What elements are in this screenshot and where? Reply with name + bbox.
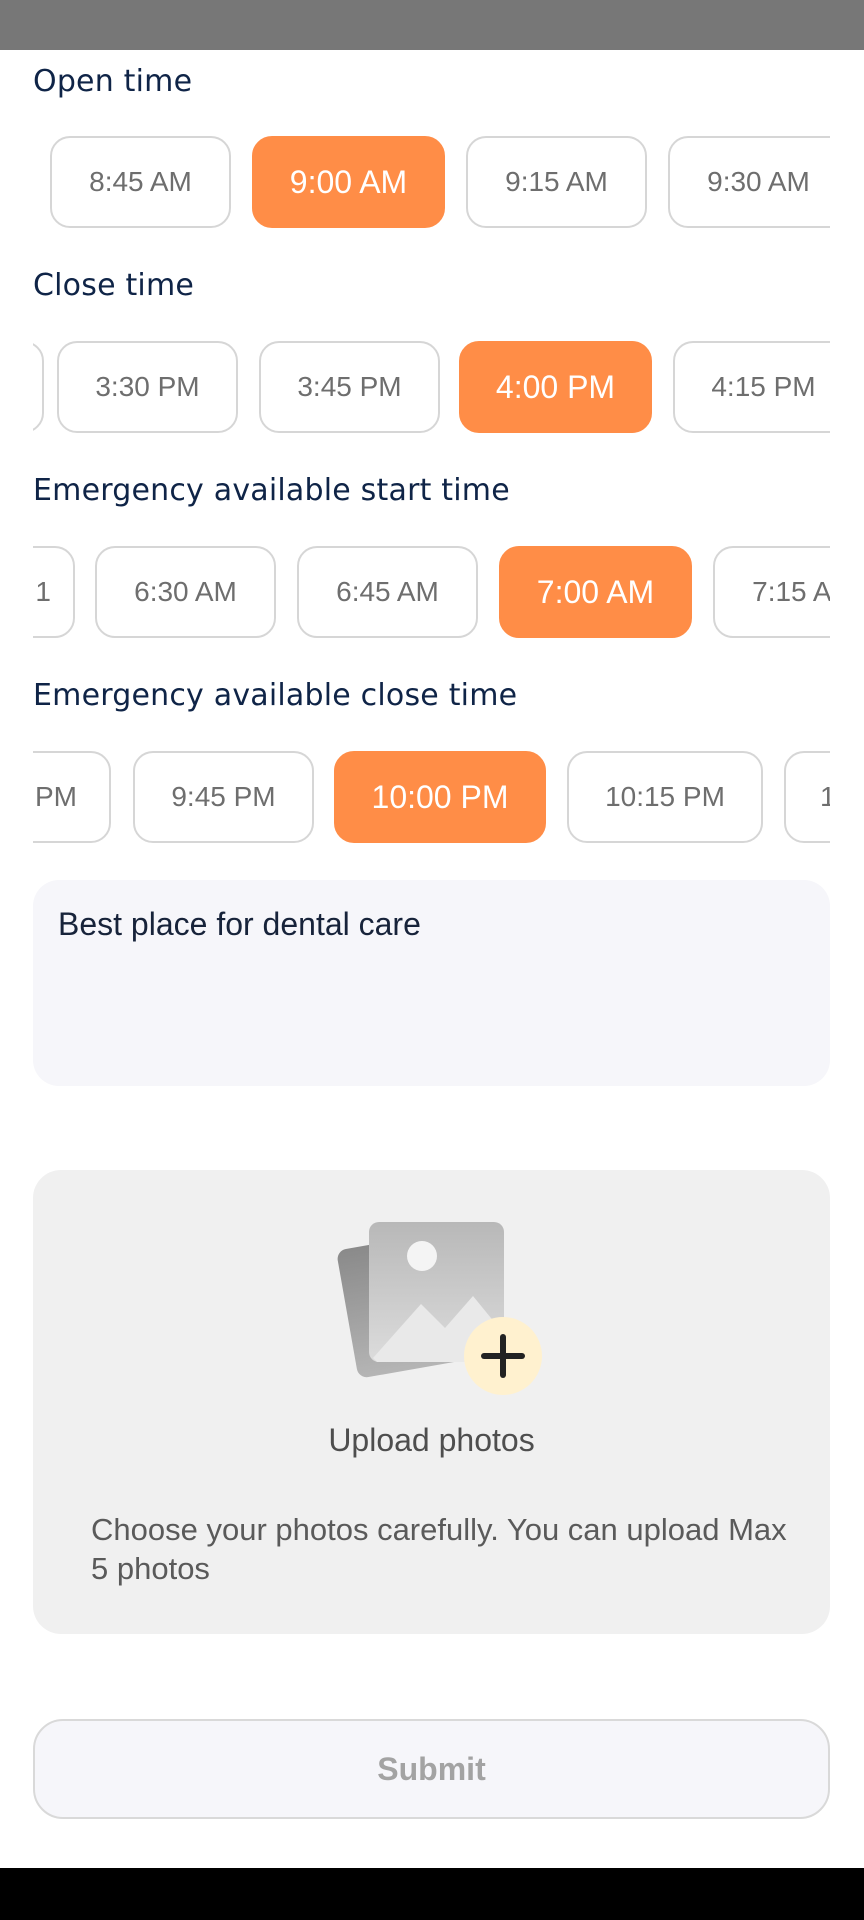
navigation-bar bbox=[0, 1868, 864, 1920]
status-bar bbox=[0, 0, 864, 50]
time-chip[interactable]: PM bbox=[33, 751, 111, 843]
close-time-chips: 3:30 PM 3:45 PM 4:00 PM 4:15 PM bbox=[33, 336, 830, 436]
close-time-title: Close time bbox=[33, 268, 195, 303]
time-chip-selected[interactable]: 4:00 PM bbox=[459, 341, 652, 433]
emergency-close-title: Emergency available close time bbox=[33, 678, 518, 713]
add-photo-icon bbox=[337, 1222, 542, 1395]
emergency-start-chips: 1 6:30 AM 6:45 AM 7:00 AM 7:15 AM bbox=[33, 541, 830, 641]
open-time-chips: 8:45 AM 9:00 AM 9:15 AM 9:30 AM bbox=[33, 131, 830, 231]
time-chip[interactable]: 1 bbox=[784, 751, 830, 843]
time-chip[interactable]: 3:45 PM bbox=[259, 341, 440, 433]
time-chip[interactable]: 3:30 PM bbox=[57, 341, 238, 433]
time-chip[interactable]: 9:45 PM bbox=[133, 751, 314, 843]
time-chip[interactable]: 4:15 PM bbox=[673, 341, 830, 433]
time-chip[interactable]: 1 bbox=[33, 546, 75, 638]
time-chip[interactable]: 6:45 AM bbox=[297, 546, 478, 638]
time-chip[interactable]: 8:45 AM bbox=[50, 136, 231, 228]
time-chip-selected[interactable]: 9:00 AM bbox=[252, 136, 445, 228]
description-textarea[interactable]: Best place for dental care bbox=[33, 880, 830, 1086]
emergency-start-title: Emergency available start time bbox=[33, 473, 510, 508]
upload-photos-label: Upload photos bbox=[328, 1422, 535, 1458]
time-chip[interactable]: 6:30 AM bbox=[95, 546, 276, 638]
time-chip[interactable] bbox=[33, 341, 44, 433]
time-chip-selected[interactable]: 10:00 PM bbox=[334, 751, 546, 843]
upload-hint-text: Choose your photos carefully. You can up… bbox=[91, 1512, 787, 1586]
submit-button[interactable]: Submit bbox=[33, 1719, 830, 1819]
time-chip[interactable]: 9:15 AM bbox=[466, 136, 647, 228]
emergency-close-chips: PM 9:45 PM 10:00 PM 10:15 PM 1 bbox=[33, 746, 830, 846]
upload-photos-area[interactable]: Upload photos Choose your photos careful… bbox=[33, 1170, 830, 1634]
time-chip-selected[interactable]: 7:00 AM bbox=[499, 546, 692, 638]
open-time-title: Open time bbox=[33, 64, 193, 99]
description-text: Best place for dental care bbox=[58, 906, 421, 942]
time-chip[interactable]: 10:15 PM bbox=[567, 751, 763, 843]
time-chip[interactable]: 9:30 AM bbox=[668, 136, 830, 228]
time-chip[interactable]: 7:15 AM bbox=[713, 546, 830, 638]
